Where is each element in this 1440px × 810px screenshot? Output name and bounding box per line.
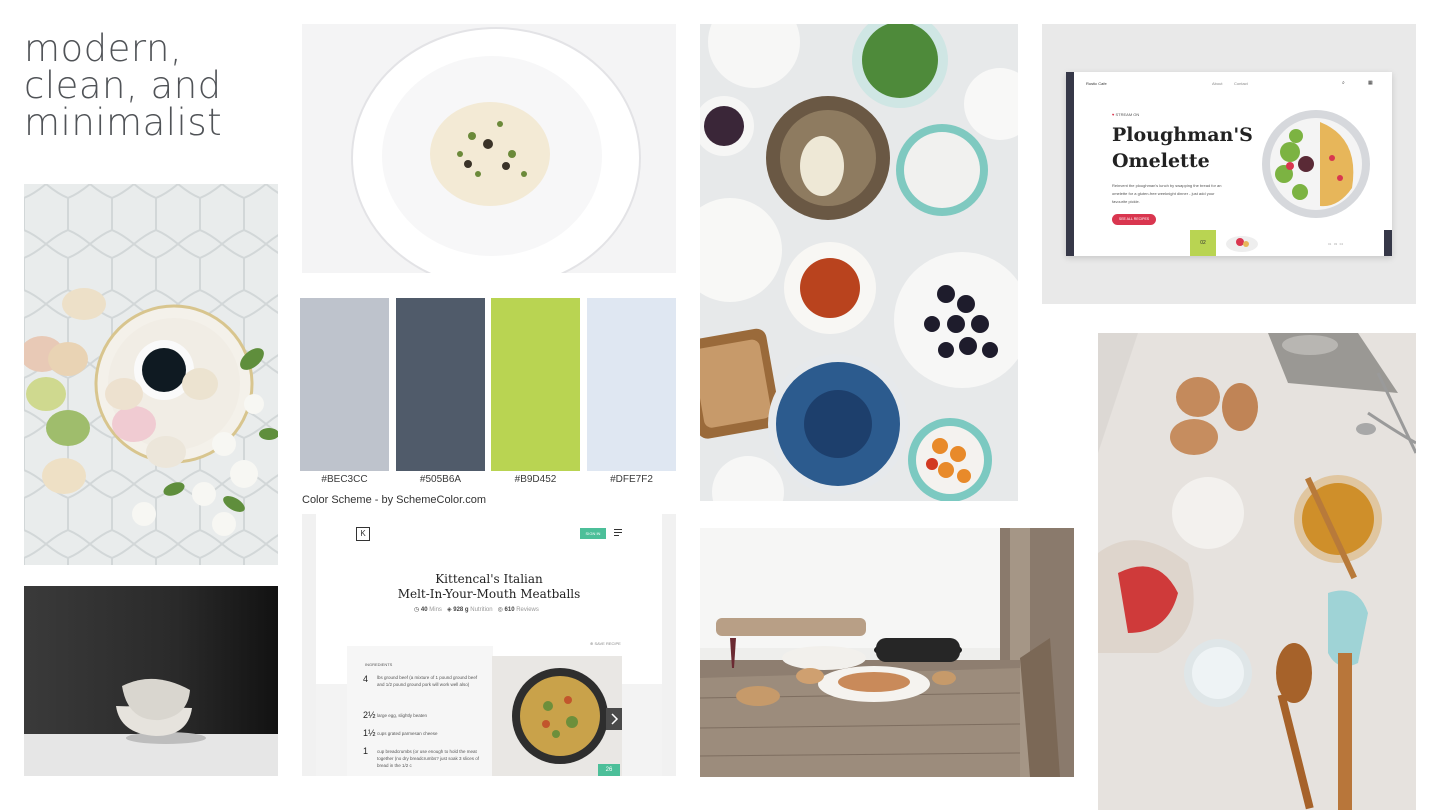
nav-about[interactable]: About [1212, 81, 1222, 86]
ingredient-qty: 1½ [363, 728, 376, 738]
ingredients-heading: INGREDIENTS [365, 662, 393, 667]
pager-dots[interactable]: 01 03 04 [1328, 242, 1343, 246]
recipe-title-line2: Melt-In-Your-Mouth Meatballs [397, 587, 581, 601]
stacked-bowls-photo [24, 586, 278, 776]
brand-name[interactable]: Rustic Cafe [1086, 81, 1107, 86]
grid-icon[interactable]: ▦ [1368, 80, 1373, 86]
omelette-description: Reinvent the ploughman's lunch by swappi… [1112, 183, 1222, 204]
see-all-recipes-button[interactable]: SEE ALL RECIPES [1112, 214, 1156, 225]
kicker-text: STREAM ON [1115, 112, 1140, 117]
slide-number: 02 [1190, 230, 1216, 256]
swatch-2-label: #505B6A [419, 474, 462, 485]
stat-reviews-unit: Reviews [516, 607, 539, 613]
swatch-2 [396, 298, 485, 471]
stat-nutrition-unit: Nutrition [470, 607, 493, 613]
ingredient-qty: 2½ [363, 710, 376, 720]
recipe-site-mockup: K SIGN IN Kittencal's Italian Melt-In-Yo… [302, 514, 676, 776]
title-line-1: modern, [24, 30, 183, 70]
swatch-3-label: #B9D452 [514, 474, 557, 485]
omelette-site-mockup: Rustic Cafe About Contact ⌕ ▦ ♥ STREAM O… [1042, 24, 1416, 304]
ingredient-text: cup breadcrumbs (or use enough to hold t… [377, 749, 480, 768]
save-recipe-button[interactable]: ⊕ SAVE RECIPE [590, 641, 621, 646]
stat-reviews-value: 610 [504, 607, 515, 613]
recipe-signin-button[interactable]: SIGN IN [580, 528, 606, 539]
risotto-plate-photo [302, 24, 676, 273]
ingredient-text: cups grated parmesan cheese [377, 731, 438, 736]
omelette-page: Rustic Cafe About Contact ⌕ ▦ ♥ STREAM O… [1066, 72, 1392, 256]
rustic-table-photo [700, 528, 1074, 777]
nav-contact[interactable]: Contact [1234, 81, 1248, 86]
swatch-1-label: #BEC3CC [321, 474, 368, 485]
search-icon[interactable]: ⌕ [1342, 80, 1345, 86]
ingredient-qty: 4 [363, 674, 369, 684]
menu-icon[interactable] [614, 529, 622, 537]
recipe-stats: ◷ 40 Mins ◈ 928 g Nutrition ◎ 610 Review… [414, 606, 574, 616]
star-icon: ◎ [497, 607, 505, 613]
swatch-4 [587, 298, 676, 471]
stat-nutrition-value: 928 g [453, 607, 469, 613]
stat-time-value: 40 [420, 607, 428, 613]
recipe-title-line1: Kittencal's Italian [435, 572, 543, 586]
omelette-plate-photo [1260, 108, 1372, 220]
next-slide-thumbnail[interactable] [1216, 230, 1260, 256]
ingredient-text: large egg, slightly beaten [377, 713, 428, 718]
photo-count-badge: 26 [598, 764, 620, 776]
clock-icon: ◷ [414, 607, 421, 613]
swatch-1 [300, 298, 389, 471]
save-recipe-label: SAVE RECIPE [594, 641, 621, 646]
right-rail [1384, 230, 1392, 256]
moodboard-title: modern, clean, and minimalist [24, 30, 284, 141]
swatch-4-label: #DFE7F2 [610, 474, 653, 485]
kicker: ♥ STREAM ON [1112, 112, 1139, 117]
ingredients-panel: INGREDIENTS 4 lbs ground beef (a mixture… [347, 646, 493, 776]
macarons-coffee-photo [24, 184, 278, 565]
ingredients-bowls-photo [700, 24, 1018, 501]
ingredient-qty: 1 [363, 746, 369, 756]
title-line-3: minimalist [24, 101, 223, 141]
left-rail [1066, 72, 1074, 256]
next-arrow-button[interactable] [606, 708, 622, 730]
title-line-2: clean, and [24, 64, 222, 107]
baking-ingredients-photo [1098, 333, 1416, 810]
ingredient-text: lbs ground beef (a mixture of 1 pound gr… [377, 675, 478, 687]
palette-credit: Color Scheme - by SchemeColor.com [302, 494, 487, 506]
swatch-3 [491, 298, 580, 471]
stat-time-unit: Mins [429, 607, 442, 613]
frittata-photo [492, 656, 622, 776]
heading-line1: Ploughman'S [1112, 124, 1253, 146]
recipe-logo[interactable]: K [356, 527, 370, 541]
heading-line2: Omelette [1112, 150, 1210, 172]
